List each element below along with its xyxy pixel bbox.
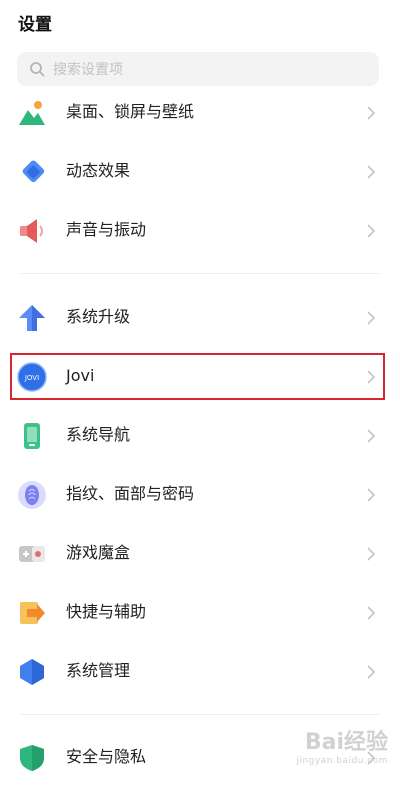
settings-item-wallpaper[interactable]: 桌面、锁屏与壁纸 (0, 83, 400, 141)
speaker-icon (20, 219, 43, 243)
item-label: 游戏魔盒 (66, 543, 131, 562)
search-placeholder: 搜索设置项 (53, 62, 123, 78)
item-label: 声音与振动 (66, 220, 147, 239)
motion-effects-icon (22, 160, 45, 183)
search-bar[interactable]: 搜索设置项 (17, 52, 379, 86)
security-privacy-icon (20, 745, 44, 771)
chevron-right-icon (367, 488, 376, 502)
item-label: 系统管理 (66, 661, 131, 680)
chevron-right-icon (367, 224, 376, 238)
page-title: 设置 (18, 15, 52, 35)
search-icon (30, 62, 45, 77)
settings-item-system-upgrade[interactable]: 系统升级 (0, 288, 400, 346)
shortcut-icon (20, 602, 45, 624)
settings-item-shortcut[interactable]: 快捷与辅助 (0, 583, 400, 641)
watermark: Bai经验 jingyan.baidu.com (296, 724, 388, 766)
chevron-right-icon (367, 606, 376, 620)
settings-item-motion-effects[interactable]: 动态效果 (0, 142, 400, 200)
chevron-right-icon (367, 429, 376, 443)
item-label: 快捷与辅助 (66, 602, 147, 621)
game-box-icon (19, 546, 45, 562)
chevron-right-icon (367, 311, 376, 325)
section-divider (20, 714, 380, 715)
settings-item-game-box[interactable]: 游戏魔盒 (0, 524, 400, 582)
item-label: 系统导航 (66, 425, 131, 444)
chevron-right-icon (367, 547, 376, 561)
settings-item-sound-vibration[interactable]: 声音与振动 (0, 201, 400, 259)
system-upgrade-icon (19, 305, 45, 331)
settings-item-fingerprint[interactable]: 指纹、面部与密码 (0, 465, 400, 523)
system-management-icon (20, 659, 44, 685)
system-navigation-icon (24, 423, 40, 449)
chevron-right-icon (367, 665, 376, 679)
wallpaper-icon (19, 101, 45, 125)
item-label: 安全与隐私 (66, 747, 147, 766)
item-label: 桌面、锁屏与壁纸 (66, 102, 195, 121)
watermark-logo-text: Bai经验 (304, 730, 388, 755)
section-divider (20, 273, 380, 274)
settings-item-system-management[interactable]: 系统管理 (0, 642, 400, 700)
item-label: 动态效果 (66, 161, 131, 180)
highlight-box (10, 353, 385, 400)
chevron-right-icon (367, 165, 376, 179)
item-label: 指纹、面部与密码 (66, 484, 195, 503)
item-label: 系统升级 (66, 307, 131, 326)
watermark-url: jingyan.baidu.com (296, 756, 388, 766)
chevron-right-icon (367, 106, 376, 120)
fingerprint-icon (18, 481, 46, 509)
settings-item-system-navigation[interactable]: 系统导航 (0, 406, 400, 464)
